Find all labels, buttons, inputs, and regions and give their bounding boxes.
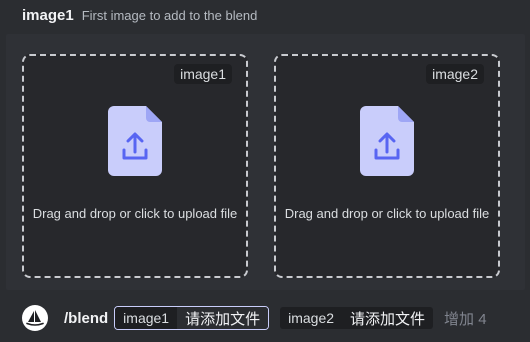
dropzone-instructions: Drag and drop or click to upload file <box>32 206 238 221</box>
command-option-image2[interactable]: image2 请添加文件 <box>279 306 434 330</box>
add-more-options-button[interactable]: 增加 4 <box>444 308 487 329</box>
option-description: First image to add to the blend <box>81 7 258 23</box>
dropzone-instructions: Drag and drop or click to upload file <box>284 206 490 221</box>
option-name: image1 <box>22 6 74 24</box>
upload-panel: image1 Drag and drop or click to upload … <box>6 34 525 290</box>
option-label: image1 <box>115 307 178 329</box>
upload-file-icon <box>360 106 414 176</box>
command-bar: /blend image1 请添加文件 image2 请添加文件 增加 4 <box>0 294 530 342</box>
option-value: 请添加文件 <box>177 307 269 329</box>
dropzone-image2[interactable]: image2 Drag and drop or click to upload … <box>274 54 500 278</box>
command-option-image1[interactable]: image1 请添加文件 <box>114 306 270 330</box>
upload-file-icon <box>108 106 162 176</box>
sailboat-icon <box>26 310 44 326</box>
command-name: /blend <box>64 309 109 327</box>
dropzone-tag: image2 <box>426 64 484 84</box>
bot-avatar <box>22 305 48 331</box>
slash-command-panel: image1 First image to add to the blend i… <box>0 0 530 342</box>
dropzone-image1[interactable]: image1 Drag and drop or click to upload … <box>22 54 248 278</box>
option-header: image1 First image to add to the blend <box>0 0 530 30</box>
option-label: image2 <box>280 307 343 329</box>
option-value: 请添加文件 <box>342 307 434 329</box>
dropzone-tag: image1 <box>174 64 232 84</box>
